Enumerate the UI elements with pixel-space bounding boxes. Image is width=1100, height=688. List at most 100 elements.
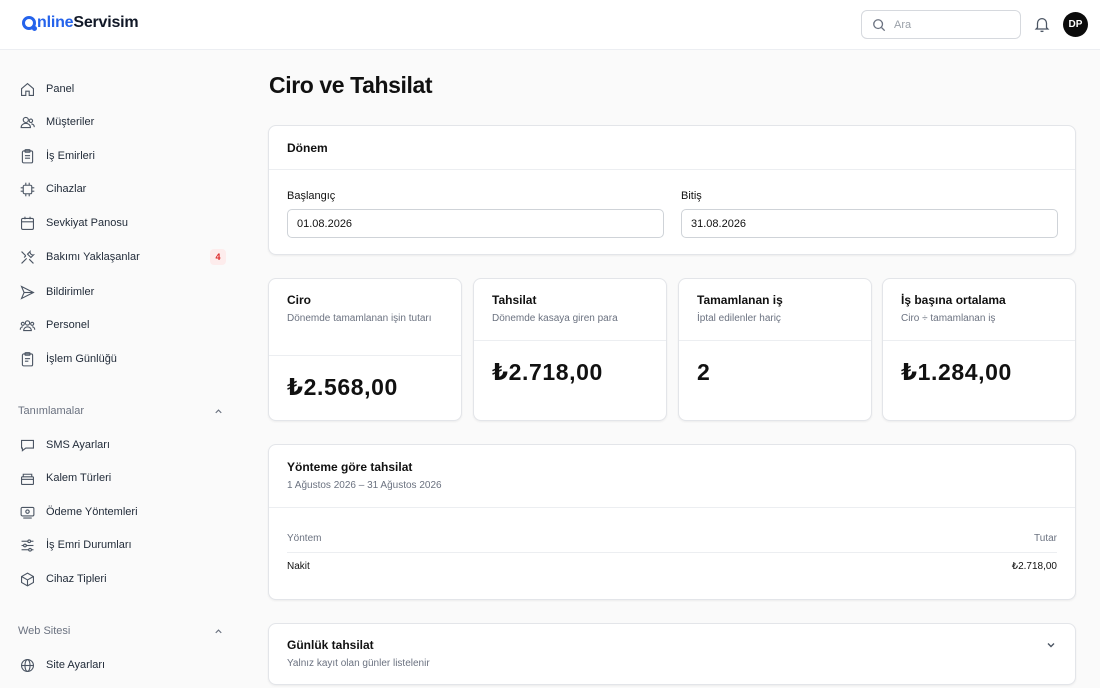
- divider: [269, 507, 1075, 508]
- team-icon: [19, 319, 35, 331]
- home-icon: [20, 82, 34, 96]
- payment-icon: [20, 506, 34, 519]
- user-avatar[interactable]: DP: [1063, 12, 1088, 37]
- date-range: 1 Ağustos 2026 – 31 Ağustos 2026: [287, 480, 442, 491]
- chevron-up-icon: [215, 408, 222, 413]
- sidebar-item-panel[interactable]: Panel: [18, 77, 228, 101]
- stat-subtitle: Dönemde tamamlanan işin tutarı: [287, 313, 432, 324]
- sidebar-item-label: İş Emirleri: [46, 150, 95, 162]
- clipboard-icon: [21, 148, 33, 163]
- calendar-icon: [20, 216, 34, 230]
- search-icon: [873, 18, 886, 31]
- box-icon: [20, 473, 34, 485]
- sidebar-item-upcoming-maintenance[interactable]: Bakımı Yaklaşanlar 4: [18, 245, 228, 269]
- period-card: Dönem Başlangıç 01.08.2026 Bitiş 31.08.2…: [268, 125, 1076, 255]
- section-title: Web Sitesi: [18, 625, 71, 637]
- sliders-icon: [21, 538, 33, 552]
- stat-card-average-per-job: İş başına ortalama Ciro ÷ tamamlanan iş …: [882, 278, 1076, 421]
- sidebar-item-label: Site Ayarları: [46, 659, 106, 671]
- amount-cell: ₺2.718,00: [1011, 561, 1057, 572]
- sidebar-item-label: Personel: [46, 319, 90, 331]
- log-icon: [21, 351, 33, 366]
- section-definitions-toggle[interactable]: Tanımlamalar: [18, 403, 224, 419]
- stat-value: 2: [697, 359, 711, 385]
- chevron-up-icon: [215, 628, 222, 633]
- cube-icon: [20, 571, 34, 587]
- sidebar-item-payment-methods[interactable]: Ödeme Yöntemleri: [18, 500, 228, 524]
- end-date-input[interactable]: 31.08.2026: [681, 209, 1058, 238]
- stat-card-revenue: Ciro Dönemde tamamlanan işin tutarı ₺2.5…: [268, 278, 462, 421]
- divider: [883, 340, 1075, 341]
- divider: [287, 552, 1057, 553]
- start-date-input[interactable]: 01.08.2026: [287, 209, 664, 238]
- stat-value: ₺1.284,00: [901, 359, 1012, 385]
- divider: [269, 169, 1075, 170]
- stat-title: Ciro: [287, 293, 311, 307]
- sidebar-item-label: Ödeme Yöntemleri: [46, 506, 138, 518]
- end-date-label: Bitiş: [681, 190, 702, 202]
- sidebar-item-work-orders[interactable]: İş Emirleri: [18, 144, 228, 168]
- sidebar-item-label: Müşteriler: [46, 116, 95, 128]
- card-subtitle: Yalnız kayıt olan günler listelenir: [287, 658, 430, 669]
- sidebar-item-site-settings[interactable]: Site Ayarları: [18, 653, 228, 677]
- divider: [679, 340, 871, 341]
- brand-logo[interactable]: nline Servisim: [22, 14, 139, 32]
- chevron-down-icon[interactable]: [1045, 639, 1057, 651]
- column-header-method: Yöntem: [287, 533, 322, 544]
- sidebar-item-label: Cihazlar: [46, 183, 87, 195]
- collection-by-method-card: Yönteme göre tahsilat 1 Ağustos 2026 – 3…: [268, 444, 1076, 600]
- stat-title: Tamamlanan iş: [697, 293, 783, 307]
- stat-value: ₺2.568,00: [287, 374, 398, 400]
- sidebar-item-sms-settings[interactable]: SMS Ayarları: [18, 433, 228, 457]
- table-header: Yöntem Tutar: [287, 533, 1057, 553]
- stat-subtitle: İptal edilenler hariç: [697, 313, 781, 324]
- card-title: Yönteme göre tahsilat: [287, 460, 413, 474]
- message-icon: [20, 439, 34, 452]
- count-badge: 4: [210, 249, 226, 265]
- sidebar-item-devices[interactable]: Cihazlar: [18, 177, 228, 201]
- stat-card-collection: Tahsilat Dönemde kasaya giren para ₺2.71…: [473, 278, 667, 421]
- sidebar-item-label: İş Emri Durumları: [46, 539, 132, 551]
- sidebar-item-label: Cihaz Tipleri: [46, 573, 107, 585]
- stat-title: Tahsilat: [492, 293, 537, 307]
- sidebar-item-label: İşlem Günlüğü: [46, 353, 117, 365]
- section-website-toggle[interactable]: Web Sitesi: [18, 623, 224, 639]
- sidebar-item-label: Bakımı Yaklaşanlar: [46, 251, 140, 263]
- sidebar-item-activity-log[interactable]: İşlem Günlüğü: [18, 347, 228, 371]
- top-bar: nlineServisim DP: [0, 0, 1100, 50]
- chip-icon: [20, 182, 34, 196]
- start-date-label: Başlangıç: [287, 190, 336, 202]
- sidebar-item-label: SMS Ayarları: [46, 439, 110, 451]
- stat-value: ₺2.718,00: [492, 359, 603, 385]
- send-icon: [19, 284, 35, 300]
- daily-collection-card[interactable]: Günlük tahsilat Yalnız kayıt olan günler…: [268, 623, 1076, 685]
- sidebar-item-label: Bildirimler: [46, 286, 95, 298]
- search-box[interactable]: [861, 10, 1021, 39]
- period-title: Dönem: [287, 141, 328, 155]
- sidebar-item-label: Panel: [46, 83, 75, 95]
- search-input[interactable]: [894, 18, 1014, 31]
- section-title: Tanımlamalar: [18, 405, 85, 417]
- sidebar-item-item-types[interactable]: Kalem Türleri: [18, 466, 228, 490]
- method-cell: Nakit: [287, 561, 310, 572]
- sidebar-item-shipment-board[interactable]: Sevkiyat Panosu: [18, 211, 228, 235]
- stat-subtitle: Dönemde kasaya giren para: [492, 313, 618, 324]
- sidebar-item-label: Sevkiyat Panosu: [46, 217, 128, 229]
- sidebar-item-label: Kalem Türleri: [46, 472, 112, 484]
- stat-subtitle: Ciro ÷ tamamlanan iş: [901, 313, 996, 324]
- divider: [474, 340, 666, 341]
- logo-ring-icon: [22, 16, 37, 31]
- tools-icon: [20, 249, 35, 264]
- sidebar-item-notifications[interactable]: Bildirimler: [18, 280, 228, 304]
- sidebar-item-customers[interactable]: Müşteriler: [18, 110, 228, 134]
- sidebar: Panel Müşteriler İş Emirleri Cihazlar Se…: [0, 50, 240, 688]
- column-header-amount: Tutar: [1034, 533, 1057, 544]
- users-icon: [20, 116, 35, 128]
- sidebar-item-device-types[interactable]: Cihaz Tipleri: [18, 567, 228, 591]
- page-title: Ciro ve Tahsilat: [269, 72, 433, 98]
- sidebar-item-staff[interactable]: Personel: [18, 313, 228, 337]
- card-title: Günlük tahsilat: [287, 638, 374, 652]
- sidebar-item-work-order-statuses[interactable]: İş Emri Durumları: [18, 533, 228, 557]
- table-row: Nakit ₺2.718,00: [287, 561, 1057, 581]
- bell-icon[interactable]: [1033, 15, 1051, 33]
